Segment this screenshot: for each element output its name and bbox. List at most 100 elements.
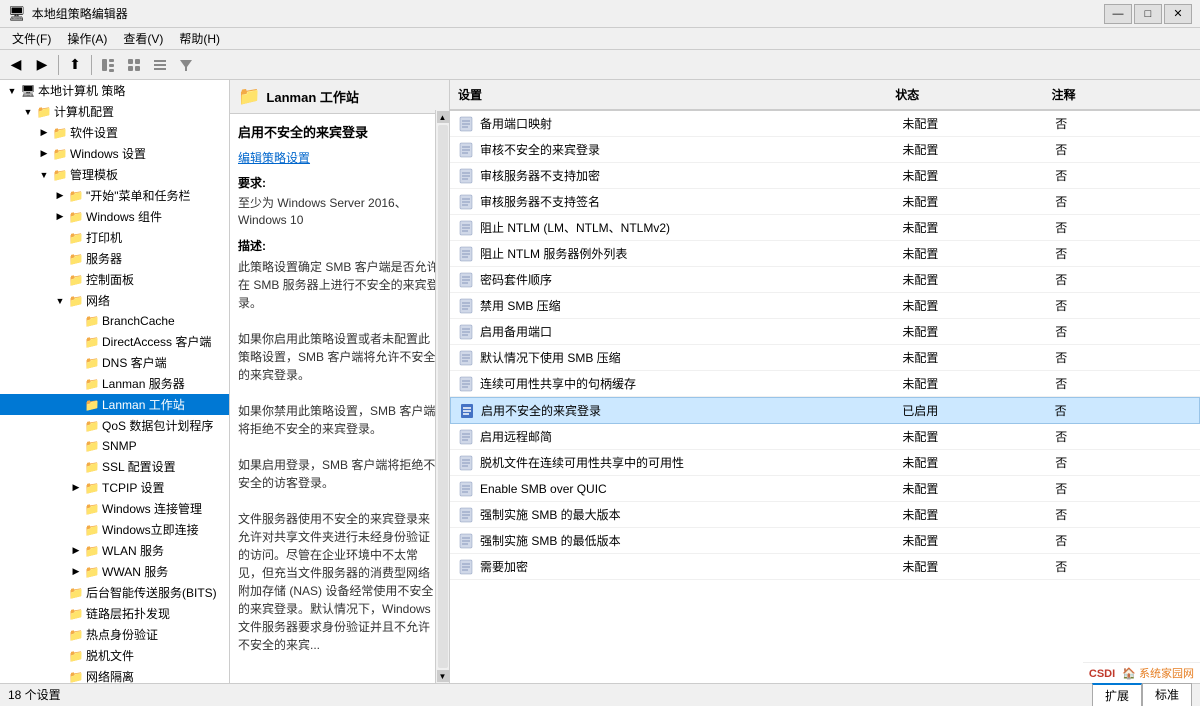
setting-icon: [456, 505, 476, 525]
maximize-button[interactable]: □: [1134, 4, 1162, 24]
row-note: 否: [1047, 139, 1200, 160]
settings-row[interactable]: 默认情况下使用 SMB 压缩未配置否: [450, 345, 1200, 371]
menu-action[interactable]: 操作(A): [59, 28, 115, 49]
settings-row[interactable]: 阻止 NTLM 服务器例外列表未配置否: [450, 241, 1200, 267]
tree-win-instant-connect[interactable]: ▶ 📁 Windows立即连接: [0, 519, 229, 540]
row-status: 未配置: [894, 191, 1047, 212]
row-note: 否: [1047, 400, 1199, 421]
settings-row[interactable]: 脱机文件在连续可用性共享中的可用性未配置否: [450, 450, 1200, 476]
tree-ssl[interactable]: ▶ 📁 SSL 配置设置: [0, 456, 229, 477]
tree-win-components[interactable]: ▶ 📁 Windows 组件: [0, 206, 229, 227]
toolbar-forward[interactable]: ▶: [30, 53, 54, 77]
settings-row[interactable]: 启用远程邮简未配置否: [450, 424, 1200, 450]
toolbar-show-hide-tree[interactable]: [96, 53, 120, 77]
tree-dns[interactable]: ▶ 📁 DNS 客户端: [0, 352, 229, 373]
expand-winset: ▶: [36, 146, 52, 162]
edit-policy-link[interactable]: 编辑策略设置: [238, 151, 310, 165]
tree-control-panel[interactable]: ▶ 📁 控制面板: [0, 269, 229, 290]
minimize-button[interactable]: —: [1104, 4, 1132, 24]
expand-computer: ▼: [20, 104, 36, 120]
settings-row[interactable]: 启用备用端口未配置否: [450, 319, 1200, 345]
settings-row[interactable]: 强制实施 SMB 的最大版本未配置否: [450, 502, 1200, 528]
tree-start-menu[interactable]: ▶ 📁 "开始"菜单和任务栏: [0, 185, 229, 206]
settings-row[interactable]: 强制实施 SMB 的最低版本未配置否: [450, 528, 1200, 554]
row-note: 否: [1047, 165, 1200, 186]
row-name: 启用备用端口: [476, 321, 894, 342]
tree-directaccess[interactable]: ▶ 📁 DirectAccess 客户端: [0, 331, 229, 352]
settings-row[interactable]: 连续可用性共享中的句柄缓存未配置否: [450, 371, 1200, 397]
folder-lms-icon: 📁: [84, 376, 100, 392]
middle-scrollbar[interactable]: ▲ ▼: [435, 110, 449, 683]
settings-row[interactable]: 启用不安全的来宾登录已启用否: [450, 397, 1200, 424]
settings-row[interactable]: 禁用 SMB 压缩未配置否: [450, 293, 1200, 319]
tree-icon: [100, 57, 116, 73]
tree-hotspot[interactable]: ▶ 📁 热点身份验证: [0, 624, 229, 645]
tab-expand[interactable]: 扩展: [1092, 683, 1142, 706]
toolbar-back[interactable]: ◀: [4, 53, 28, 77]
setting-icon: [456, 453, 476, 473]
row-name: 启用不安全的来宾登录: [477, 400, 894, 421]
toolbar-up[interactable]: ⬆: [63, 53, 87, 77]
tab-standard[interactable]: 标准: [1142, 683, 1192, 706]
scroll-up-btn[interactable]: ▲: [437, 111, 449, 123]
row-status: 未配置: [894, 321, 1047, 342]
toolbar-btn3[interactable]: [148, 53, 172, 77]
expand-ssl: ▶: [68, 459, 84, 475]
tree-root[interactable]: ▼ 🖥 本地计算机 策略: [0, 80, 229, 101]
expand-lltd: ▶: [52, 606, 68, 622]
menu-file[interactable]: 文件(F): [4, 28, 59, 49]
computer-icon: 🖥: [20, 83, 36, 99]
menu-view[interactable]: 查看(V): [115, 28, 171, 49]
settings-row[interactable]: 审核不安全的来宾登录未配置否: [450, 137, 1200, 163]
tree-offline[interactable]: ▶ 📁 脱机文件: [0, 645, 229, 666]
tree-admin-template[interactable]: ▼ 📁 管理模板: [0, 164, 229, 185]
row-status: 未配置: [894, 113, 1047, 134]
scroll-thumb[interactable]: [438, 125, 448, 668]
status-bar: 18 个设置 扩展 标准: [0, 683, 1200, 705]
tree-branchcache[interactable]: ▶ 📁 BranchCache: [0, 311, 229, 331]
settings-row[interactable]: Enable SMB over QUIC未配置否: [450, 476, 1200, 502]
tree-win-conn-mgmt[interactable]: ▶ 📁 Windows 连接管理: [0, 498, 229, 519]
tree-lanman-workstation[interactable]: ▶ 📁 Lanman 工作站: [0, 394, 229, 415]
expand-wlan: ▶: [68, 543, 84, 559]
tree-printer[interactable]: ▶ 📁 打印机: [0, 227, 229, 248]
header-folder-icon: 📁: [238, 86, 260, 107]
row-name: 默认情况下使用 SMB 压缩: [476, 347, 894, 368]
main-container: ▼ 🖥 本地计算机 策略 ▼ 📁 计算机配置 ▶ 📁 软件设置 ▶ 📁 Wind…: [0, 80, 1200, 683]
tree-server[interactable]: ▶ 📁 服务器: [0, 248, 229, 269]
settings-row[interactable]: 阻止 NTLM (LM、NTLM、NTLMv2)未配置否: [450, 215, 1200, 241]
tree-bits[interactable]: ▶ 📁 后台智能传送服务(BITS): [0, 582, 229, 603]
tree-tcpip[interactable]: ▶ 📁 TCPIP 设置: [0, 477, 229, 498]
tree-qos[interactable]: ▶ 📁 QoS 数据包计划程序: [0, 415, 229, 436]
settings-row[interactable]: 备用端口映射未配置否: [450, 111, 1200, 137]
folder-wic-icon: 📁: [84, 522, 100, 538]
tree-lanman-server[interactable]: ▶ 📁 Lanman 服务器: [0, 373, 229, 394]
tree-computer-config[interactable]: ▼ 📁 计算机配置: [0, 101, 229, 122]
settings-row[interactable]: 密码套件顺序未配置否: [450, 267, 1200, 293]
tree-lltd[interactable]: ▶ 📁 链路层拓扑发现: [0, 603, 229, 624]
tree-net-isolation[interactable]: ▶ 📁 网络隔离: [0, 666, 229, 683]
expand-wic: ▶: [68, 522, 84, 538]
tree-network[interactable]: ▼ 📁 网络: [0, 290, 229, 311]
setting-icon: [456, 374, 476, 394]
close-button[interactable]: ✕: [1164, 4, 1192, 24]
setting-icon: [456, 270, 476, 290]
tree-software[interactable]: ▶ 📁 软件设置: [0, 122, 229, 143]
menu-help[interactable]: 帮助(H): [171, 28, 228, 49]
expand-printer: ▶: [52, 230, 68, 246]
toolbar-btn2[interactable]: [122, 53, 146, 77]
setting-icon: [456, 427, 476, 447]
row-note: 否: [1047, 347, 1200, 368]
folder-computer-icon: 📁: [36, 104, 52, 120]
row-note: 否: [1047, 243, 1200, 264]
settings-row[interactable]: 审核服务器不支持加密未配置否: [450, 163, 1200, 189]
tree-wlan[interactable]: ▶ 📁 WLAN 服务: [0, 540, 229, 561]
row-note: 否: [1047, 321, 1200, 342]
tree-snmp[interactable]: ▶ 📁 SNMP: [0, 436, 229, 456]
tree-wwan[interactable]: ▶ 📁 WWAN 服务: [0, 561, 229, 582]
toolbar-filter[interactable]: [174, 53, 198, 77]
tree-windows-settings[interactable]: ▶ 📁 Windows 设置: [0, 143, 229, 164]
scroll-down-btn[interactable]: ▼: [437, 670, 449, 682]
settings-row[interactable]: 审核服务器不支持签名未配置否: [450, 189, 1200, 215]
settings-row[interactable]: 需要加密未配置否: [450, 554, 1200, 580]
